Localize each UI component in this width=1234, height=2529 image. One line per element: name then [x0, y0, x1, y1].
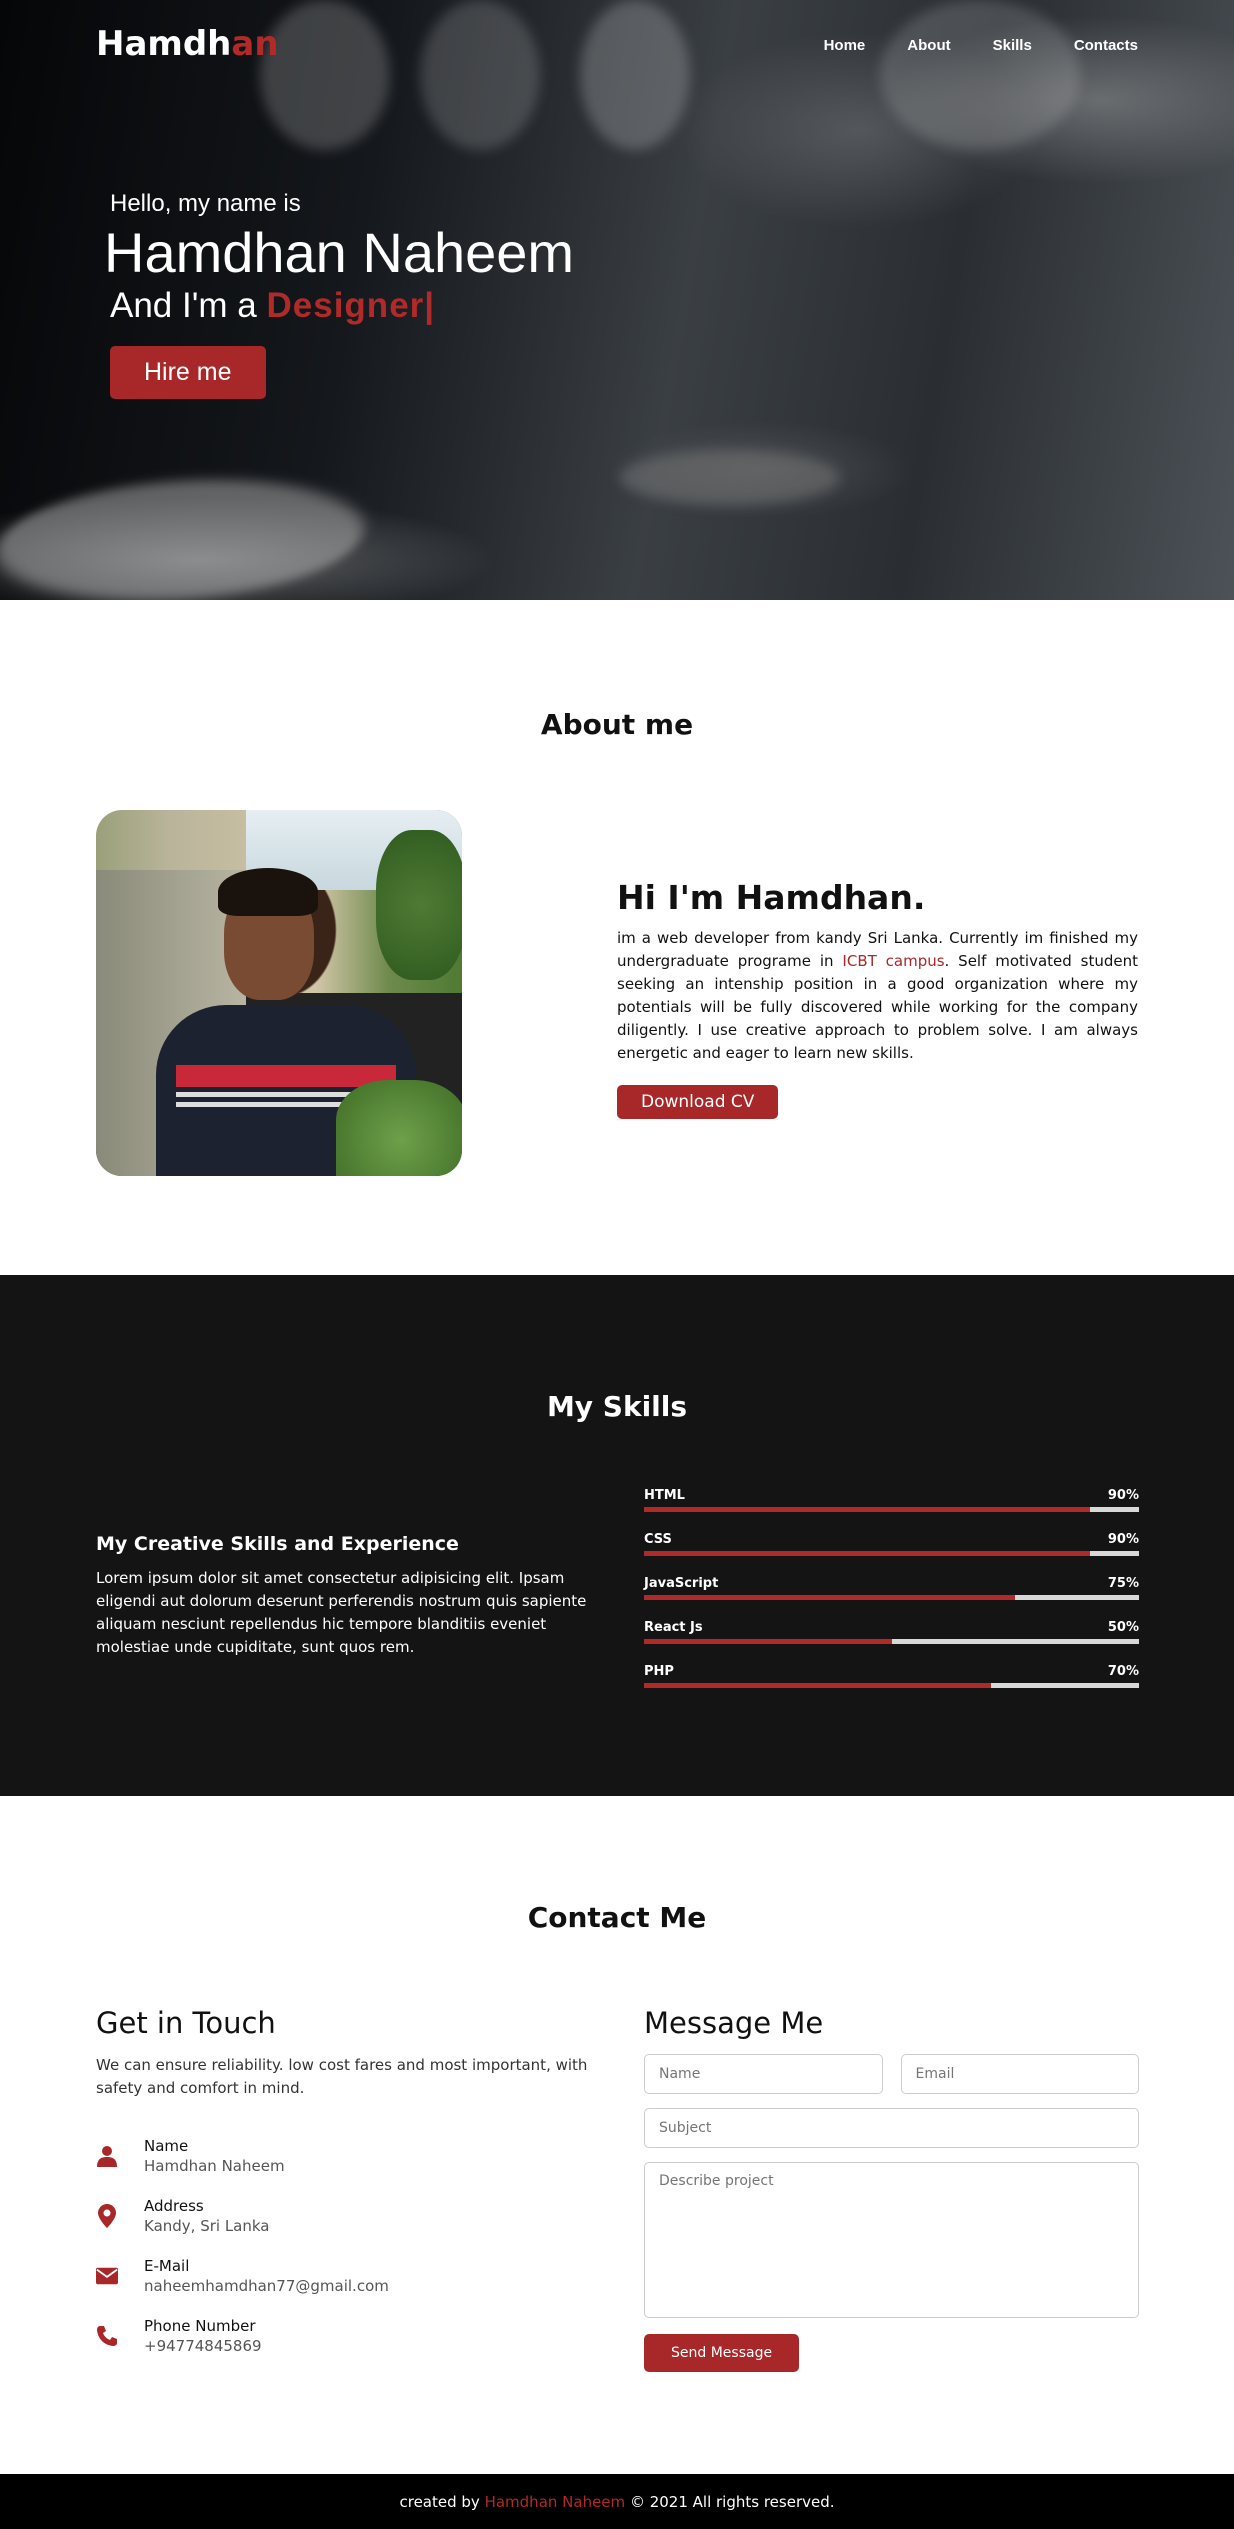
contact-intro: We can ensure reliability. low cost fare… — [96, 2056, 588, 2097]
hero-section: Hamdhan Home About Skills Contacts Hello… — [0, 0, 1234, 600]
skill-track — [644, 1551, 1139, 1556]
about-section: About me Hi I'm Hamdhan. im a web develo… — [0, 600, 1234, 1275]
info-label: Address — [144, 2197, 204, 2215]
skills-section: My Skills My Creative Skills and Experie… — [0, 1275, 1234, 1796]
contact-form: Message Me Send Message — [644, 2006, 1139, 2372]
info-value[interactable]: naheemhamdhan77@gmail.com — [144, 2277, 389, 2295]
skill-percent: 75% — [1107, 1576, 1139, 1591]
skill-fill — [644, 1551, 1090, 1556]
contact-info: Get in Touch We can ensure reliability. … — [96, 2006, 591, 2366]
skill-fill — [644, 1507, 1090, 1512]
about-title: About me — [540, 708, 694, 741]
message-textarea[interactable] — [644, 2162, 1139, 2318]
skill-bars: HTML 90% CSS 90% JavaScript 75% React Js 50%… — [644, 1488, 1139, 1708]
about-text: Hi I'm Hamdhan. im a web developer from … — [617, 878, 1138, 1119]
info-label: Name — [144, 2137, 189, 2155]
nav-link-about[interactable]: About — [907, 37, 950, 54]
skill-bar: JavaScript 75% — [644, 1576, 1139, 1602]
download-cv-button[interactable]: Download CV — [617, 1085, 779, 1119]
hire-me-button[interactable]: Hire me — [110, 345, 266, 399]
info-value: Hamdhan Naheem — [144, 2157, 285, 2175]
skills-description: My Creative Skills and Experience Lorem … — [96, 1533, 596, 1659]
info-value: Kandy, Sri Lanka — [144, 2217, 270, 2235]
skills-heading: My Creative Skills and Experience — [96, 1533, 459, 1555]
subject-input[interactable] — [644, 2108, 1139, 2148]
send-message-button[interactable]: Send Message — [644, 2334, 800, 2372]
contact-title: Contact Me — [527, 1901, 707, 1934]
skills-title: My Skills — [546, 1390, 688, 1423]
skill-bar: CSS 90% — [644, 1532, 1139, 1558]
info-name: Name Hamdhan Naheem — [96, 2126, 591, 2186]
skill-name: HTML — [644, 1488, 685, 1503]
hero-role: And I'm a Designer| — [110, 286, 574, 326]
nav-link-skills[interactable]: Skills — [993, 37, 1032, 54]
navbar: Hamdhan Home About Skills Contacts — [0, 0, 1234, 88]
background-blur — [0, 480, 395, 600]
contact-section: Contact Me Get in Touch We can ensure re… — [0, 1796, 1234, 2474]
profile-photo — [96, 810, 462, 1176]
skill-percent: 50% — [1107, 1620, 1139, 1635]
footer: created by Hamdhan Naheem © 2021 All rig… — [0, 2474, 1234, 2529]
logo-accent: an — [231, 24, 279, 64]
logo-main: Hamdh — [96, 24, 232, 64]
get-in-touch-heading: Get in Touch — [96, 2006, 276, 2040]
info-phone: Phone Number +94774845869 — [96, 2306, 591, 2366]
hero-name: Hamdhan Naheem — [104, 221, 575, 284]
footer-author-link[interactable]: Hamdhan Naheem — [485, 2493, 626, 2511]
skill-fill — [644, 1595, 1016, 1600]
skill-percent: 90% — [1107, 1488, 1139, 1503]
name-input[interactable] — [644, 2054, 883, 2094]
skill-track — [644, 1683, 1139, 1688]
email-input[interactable] — [900, 2054, 1139, 2094]
hero-greeting: Hello, my name is — [110, 190, 301, 217]
info-label: Phone Number — [144, 2317, 256, 2335]
about-paragraph: im a web developer from kandy Sri Lanka.… — [617, 927, 1138, 1065]
role-typed: Designer| — [266, 285, 436, 325]
nav-link-home[interactable]: Home — [824, 37, 866, 54]
nav-link-contacts[interactable]: Contacts — [1074, 37, 1138, 54]
info-value[interactable]: +94774845869 — [144, 2337, 262, 2355]
skill-fill — [644, 1639, 892, 1644]
map-marker-icon — [96, 2204, 118, 2228]
skill-track — [644, 1595, 1139, 1600]
phone-icon — [96, 2325, 118, 2347]
message-me-heading: Message Me — [644, 2006, 824, 2040]
background-blur — [620, 450, 840, 505]
skill-fill — [644, 1683, 991, 1688]
skill-percent: 90% — [1107, 1532, 1139, 1547]
nav-menu: Home About Skills Contacts — [824, 35, 1138, 54]
skill-name: CSS — [644, 1532, 672, 1547]
icbt-link[interactable]: ICBT campus — [842, 952, 944, 970]
skill-percent: 70% — [1107, 1664, 1139, 1679]
role-prefix: And I'm a — [110, 285, 257, 325]
info-label: E-Mail — [144, 2257, 190, 2275]
logo[interactable]: Hamdhan — [96, 24, 279, 64]
footer-prefix: created by — [399, 2492, 480, 2511]
skill-name: React Js — [644, 1620, 703, 1635]
skill-bar: React Js 50% — [644, 1620, 1139, 1646]
info-email: E-Mail naheemhamdhan77@gmail.com — [96, 2246, 591, 2306]
hero-content: Hello, my name is Hamdhan Naheem And I'm… — [104, 190, 574, 399]
skills-paragraph: Lorem ipsum dolor sit amet consectetur a… — [96, 1569, 587, 1656]
skill-bar: PHP 70% — [644, 1664, 1139, 1690]
skill-name: JavaScript — [644, 1576, 719, 1591]
skill-bar: HTML 90% — [644, 1488, 1139, 1514]
envelope-icon — [96, 2267, 118, 2285]
info-address: Address Kandy, Sri Lanka — [96, 2186, 591, 2246]
user-icon — [96, 2145, 118, 2167]
skill-track — [644, 1507, 1139, 1512]
about-heading: Hi I'm Hamdhan. — [617, 878, 926, 917]
skill-track — [644, 1639, 1139, 1644]
skill-name: PHP — [644, 1664, 674, 1679]
footer-copyright: © 2021 All rights reserved. — [629, 2492, 835, 2511]
